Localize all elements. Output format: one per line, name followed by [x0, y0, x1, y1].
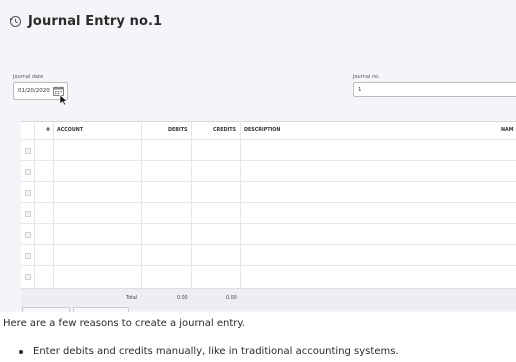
total-label: Total	[126, 296, 138, 301]
article-intro: Here are a few reasons to create a journ…	[3, 318, 246, 329]
total-debits-value: 0.00	[177, 296, 188, 301]
mouse-pointer-icon	[59, 91, 69, 106]
clear-lines-button[interactable]	[22, 307, 70, 312]
drag-handle-icon[interactable]	[25, 190, 31, 196]
journal-no-label: Journal no.	[353, 74, 380, 80]
table-row[interactable]	[21, 224, 516, 244]
drag-handle-icon[interactable]	[25, 148, 31, 154]
table-row[interactable]	[21, 203, 516, 223]
table-row[interactable]	[21, 161, 516, 181]
column-header-name: NAM	[501, 128, 514, 133]
column-header-number: #	[46, 128, 51, 133]
journal-no-field[interactable]: 1	[353, 82, 516, 97]
column-header-debits: DEBITS	[168, 128, 188, 133]
bullet-text: Enter debits and credits manually, like …	[33, 346, 399, 357]
table-row[interactable]	[21, 182, 516, 202]
drag-handle-icon[interactable]	[25, 253, 31, 259]
column-header-description: DESCRIPTION	[244, 128, 281, 133]
journal-date-value[interactable]: 01/20/2020	[14, 88, 53, 94]
journal-entry-screen: Journal Entry no.1 Journal date 01/20/20…	[0, 0, 516, 312]
table-row[interactable]	[21, 140, 516, 160]
drag-handle-icon[interactable]	[25, 211, 31, 217]
drag-handle-icon[interactable]	[25, 232, 31, 238]
bullet-dot	[19, 349, 23, 354]
column-header-account: ACCOUNT	[57, 128, 84, 133]
total-credits-value: 0.00	[226, 296, 237, 301]
drag-handle-icon[interactable]	[25, 274, 31, 280]
history-icon[interactable]	[8, 15, 22, 29]
table-row[interactable]	[21, 266, 516, 286]
add-lines-button[interactable]	[73, 307, 129, 312]
drag-handle-icon[interactable]	[25, 169, 31, 175]
table-row[interactable]	[21, 245, 516, 265]
page-header: Journal Entry no.1	[8, 14, 162, 29]
bullet-item: Enter debits and credits manually, like …	[19, 346, 399, 357]
column-header-credits: CREDITS	[213, 128, 236, 133]
journal-lines-table: # ACCOUNT DEBITS CREDITS DESCRIPTION NAM	[21, 121, 516, 310]
page-title: Journal Entry no.1	[28, 14, 163, 29]
journal-date-label: Journal date	[13, 74, 44, 80]
